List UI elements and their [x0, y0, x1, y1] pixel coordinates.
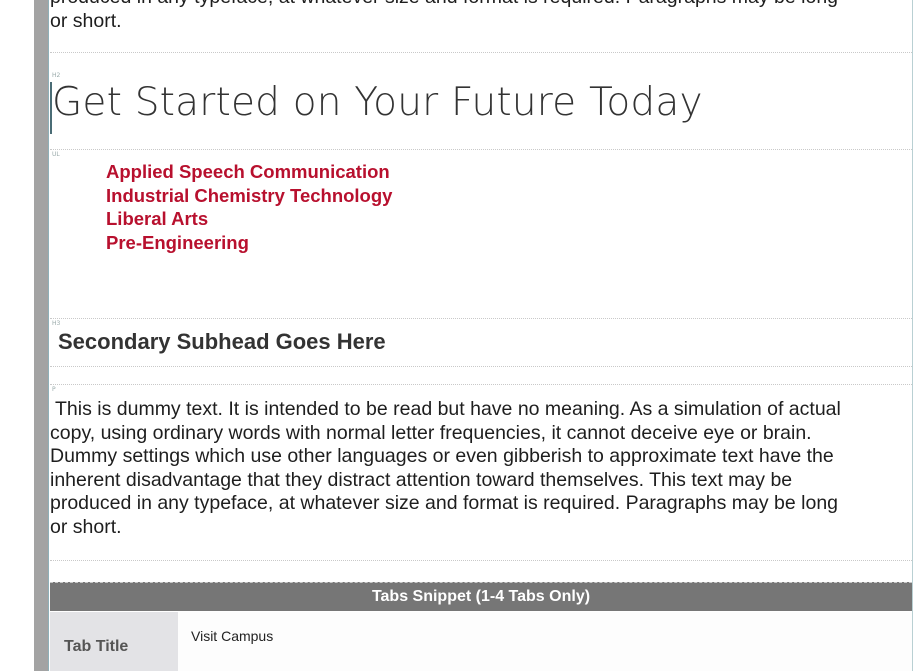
body-paragraph-line: inherent disadvantage that they distract… [50, 468, 793, 491]
top-paragraph-line-partial: produced in any typeface, at whatever si… [50, 0, 912, 10]
tabs-snippet-header[interactable]: Tabs Snippet (1-4 Tabs Only) [50, 582, 912, 611]
body-paragraph-line: copy, using ordinary words with normal l… [50, 421, 812, 444]
p-block-tag: P [52, 386, 56, 393]
program-link[interactable]: Pre-Engineering [106, 231, 392, 255]
block-separator [50, 149, 912, 150]
page-heading[interactable]: Get Started on Your Future Today [52, 80, 703, 125]
body-paragraph-line: produced in any typeface, at whatever si… [50, 492, 839, 514]
block-separator [50, 52, 912, 53]
program-link[interactable]: Liberal Arts [106, 207, 392, 231]
secondary-subhead[interactable]: Secondary Subhead Goes Here [58, 329, 386, 355]
body-paragraph-line: Dummy settings which use other languages… [50, 445, 834, 467]
editor-canvas[interactable]: produced in any typeface, at whatever si… [50, 0, 912, 671]
h3-block-tag: H3 [52, 320, 61, 327]
content-edge-line [48, 0, 49, 671]
right-margin [912, 0, 916, 671]
body-paragraph[interactable]: This is dummy text. It is intended to be… [50, 398, 912, 539]
left-margin [0, 0, 34, 671]
program-link-list: Applied Speech Communication Industrial … [106, 160, 392, 254]
body-paragraph-line: or short. [50, 515, 122, 538]
program-link[interactable]: Industrial Chemistry Technology [106, 184, 392, 208]
top-paragraph[interactable]: produced in any typeface, at whatever si… [50, 0, 912, 33]
body-paragraph-line: This is dummy text. It is intended to be… [55, 398, 841, 420]
h2-block-tag: H2 [52, 72, 61, 79]
tab-row: Tab Title Visit Campus [50, 612, 912, 671]
top-paragraph-line-end: or short. [50, 9, 122, 32]
block-separator [50, 384, 912, 385]
block-separator [50, 318, 912, 319]
block-separator [50, 560, 912, 561]
program-link[interactable]: Applied Speech Communication [106, 160, 392, 184]
tab-title-value: Visit Campus [191, 628, 274, 644]
ul-block-tag: UL [52, 151, 60, 158]
tab-title-value-field[interactable]: Visit Campus [178, 612, 912, 671]
tab-title-label: Tab Title [64, 638, 129, 655]
block-separator [50, 366, 912, 367]
tab-title-cell: Tab Title [50, 612, 178, 671]
editor-gutter-bar [34, 0, 48, 671]
